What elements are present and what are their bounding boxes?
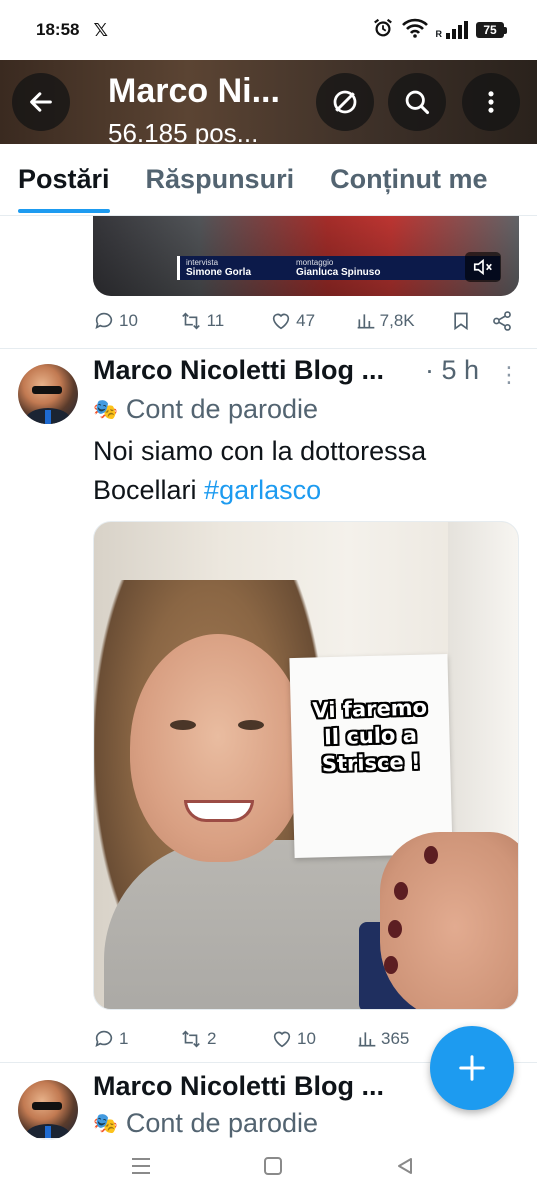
profile-tabs: Postări Răspunsuri Conținut me: [0, 144, 537, 216]
analytics-icon: [357, 314, 375, 329]
reply-button[interactable]: 1: [93, 1028, 179, 1050]
credit-left-label: intervista: [186, 258, 219, 267]
compose-post-button[interactable]: [430, 1026, 514, 1110]
tab-media-label: Conținut me: [330, 164, 488, 194]
profile-header: Marco Ni... 56.185 pos...: [0, 60, 537, 144]
tab-media[interactable]: Conținut me: [312, 144, 505, 215]
recent-apps-button[interactable]: [130, 1156, 152, 1181]
bookmark-icon: [454, 312, 468, 331]
sign-text-line1: Vi faremo: [312, 695, 428, 723]
hashtag-link[interactable]: #garlasco: [204, 475, 321, 505]
bookmark-button[interactable]: [451, 310, 491, 332]
video-media[interactable]: intervista Simone Gorla montaggio Gianlu…: [93, 216, 519, 296]
heart-icon: [272, 313, 290, 330]
retweet-icon: [182, 1030, 200, 1048]
square-icon: [264, 1157, 282, 1175]
credit-left-name: Simone Gorla: [186, 267, 252, 278]
plus-icon: [459, 1055, 485, 1081]
views-count: 365: [381, 1029, 410, 1048]
status-bar: 18:58 𝕏 R 75: [0, 0, 537, 60]
held-sign: Vi faremo Il culo a Strisce !: [289, 653, 453, 859]
mute-button[interactable]: [465, 252, 501, 282]
more-vertical-icon: [488, 91, 494, 113]
signal-roaming-label: R: [435, 29, 443, 39]
search-icon: [405, 90, 430, 115]
views-count: 7,8K: [379, 311, 415, 330]
share-icon: [493, 311, 511, 331]
tweet-author-name[interactable]: Marco Nicoletti Blog ...: [93, 1071, 384, 1102]
parody-mask-icon: 🎭: [93, 1113, 118, 1135]
tweet-text: Noi siamo con la dottoressa Bocellari #g…: [93, 432, 523, 510]
wifi-icon: [401, 18, 428, 43]
tweet-more-button[interactable]: ⋮: [498, 364, 520, 386]
grok-button[interactable]: [316, 73, 374, 131]
speaker-muted-icon: [473, 258, 492, 276]
credit-right-name: Gianluca Spinuso: [296, 267, 381, 278]
like-button[interactable]: 47: [270, 310, 356, 332]
retweet-count: 11: [206, 311, 225, 330]
more-options-button[interactable]: [462, 73, 520, 131]
reply-count: 1: [119, 1029, 129, 1048]
signal-icon: R: [435, 21, 468, 39]
like-count: 10: [297, 1029, 316, 1048]
reply-icon: [95, 312, 113, 329]
tab-posts[interactable]: Postări: [0, 144, 128, 215]
battery-level: 75: [476, 22, 504, 38]
status-time: 18:58: [36, 20, 80, 39]
tab-replies-label: Răspunsuri: [145, 164, 295, 194]
avatar[interactable]: [18, 1080, 78, 1140]
system-navigation-bar: [0, 1138, 537, 1199]
views-button[interactable]: 7,8K: [356, 311, 452, 331]
arrow-left-icon: [30, 92, 52, 112]
reply-button[interactable]: 10: [93, 310, 179, 332]
sign-text-line2: Il culo a: [323, 722, 418, 749]
video-credit-bar: intervista Simone Gorla montaggio Gianlu…: [177, 256, 500, 280]
like-button[interactable]: 10: [271, 1028, 357, 1050]
parody-label: Cont de parodie: [125, 1108, 319, 1138]
sign-text-line3: Strisce !: [321, 749, 421, 776]
retweet-icon: [181, 312, 200, 330]
tweet-photo[interactable]: Vi faremo Il culo a Strisce !: [93, 521, 519, 1010]
parody-badge: 🎭 Cont de parodie: [93, 1108, 318, 1139]
active-tab-indicator: [18, 208, 110, 213]
x-logo-icon: 𝕏: [93, 19, 108, 40]
analytics-icon: [358, 1032, 376, 1047]
triangle-back-icon: [398, 1158, 412, 1174]
credit-right-label: montaggio: [296, 258, 334, 267]
alarm-icon: [372, 17, 394, 44]
tweet-author-name[interactable]: Marco Nicoletti Blog ...: [93, 355, 384, 386]
tab-replies[interactable]: Răspunsuri: [128, 144, 313, 215]
reply-icon: [95, 1030, 113, 1047]
grok-icon: [333, 90, 357, 114]
retweet-button[interactable]: 2: [179, 1028, 271, 1050]
heart-icon: [273, 1031, 291, 1048]
post-count: 56.185 pos...: [108, 118, 259, 144]
parody-badge: 🎭 Cont de parodie: [93, 394, 318, 425]
profile-name-title: Marco Ni...: [108, 72, 280, 110]
battery-icon: 75: [476, 22, 507, 38]
parody-label: Cont de parodie: [125, 394, 319, 424]
retweet-count: 2: [207, 1029, 217, 1048]
back-nav-button[interactable]: [395, 1156, 415, 1181]
reply-count: 10: [119, 311, 138, 330]
tab-posts-label: Postări: [18, 164, 110, 194]
share-button[interactable]: [491, 310, 513, 332]
status-icons: R 75: [372, 17, 507, 44]
search-button[interactable]: [388, 73, 446, 131]
tweet-divider: [0, 348, 537, 349]
back-button[interactable]: [12, 73, 70, 131]
parody-mask-icon: 🎭: [93, 399, 118, 421]
home-button[interactable]: [263, 1156, 283, 1181]
tweet-actions: 10 11 47 7,8K: [93, 310, 513, 332]
retweet-button[interactable]: 11: [179, 310, 271, 332]
menu-lines-icon: [132, 1158, 150, 1174]
like-count: 47: [296, 311, 316, 330]
avatar[interactable]: [18, 364, 78, 424]
tweet-time[interactable]: · 5 h: [425, 355, 479, 386]
